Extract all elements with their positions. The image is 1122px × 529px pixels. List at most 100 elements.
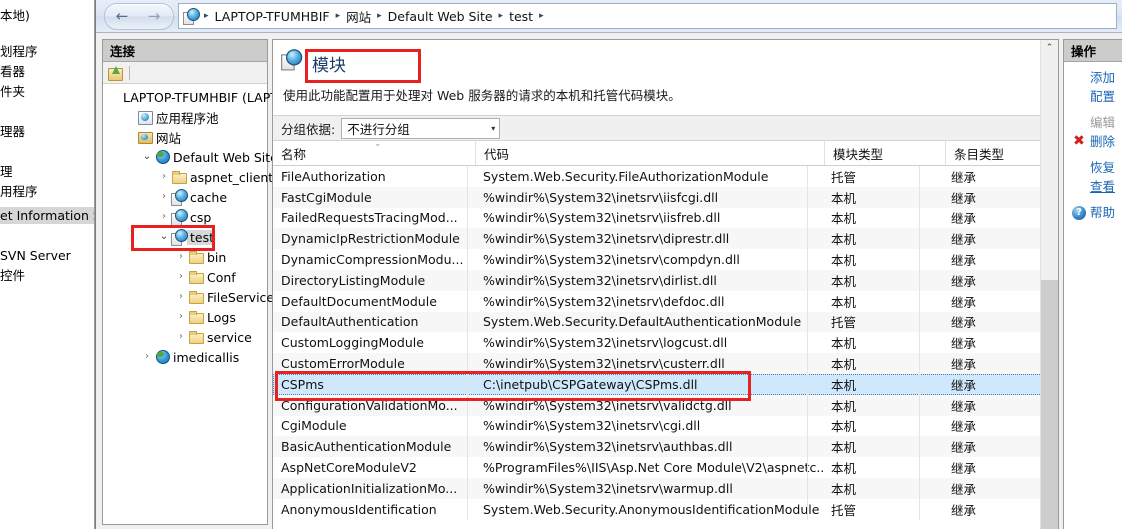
scrollbar-thumb[interactable] [1041,280,1058,529]
table-row[interactable]: AspNetCoreModuleV2 %ProgramFiles%\IIS\Asp… [273,457,1058,478]
forward-arrow-icon[interactable]: → [139,6,169,26]
action-item-label: 添加 [1090,70,1116,85]
table-row[interactable]: FileAuthorization System.Web.Security.Fil… [273,166,1058,187]
column-header-entry-type[interactable]: 条目类型 [946,141,1047,165]
background-list-item[interactable]: 划程序 [0,44,38,59]
table-cell-code: System.Web.Security.FileAuthorizationMod… [483,168,769,184]
table-row[interactable]: DefaultAuthentication System.Web.Security… [273,311,1058,333]
column-header-module-type-label: 模块类型 [833,146,884,162]
chevron-right-icon[interactable]: › [174,330,188,344]
scroll-up-arrow-icon[interactable]: ⌃ [1041,40,1058,57]
new-connection-icon[interactable] [107,65,123,81]
action-item-恢复[interactable]: 恢复 [1064,157,1122,176]
table-row[interactable]: CustomErrorModule %windir%\System32\inets… [273,353,1058,374]
background-list-item[interactable]: 看器 [0,64,25,79]
action-item-配置[interactable]: 配置 [1064,86,1122,105]
chevron-right-icon[interactable]: › [157,210,171,224]
chevron-down-icon[interactable]: ⌄ [140,150,154,164]
action-item-label: 删除 [1090,134,1116,149]
tree-item-label: cache [190,189,228,205]
background-list-item[interactable]: 本地) [0,8,30,23]
background-list-item[interactable]: 用程序 [0,184,38,199]
chevron-right-icon[interactable]: › [174,310,188,324]
tree-item-fileservice[interactable]: › FileService [106,287,274,307]
page-title-row: 模块 [281,48,1058,83]
tree-item-laptop-tfumhbif-lapto[interactable]: LAPTOP-TFUMHBIF (LAPTO [106,87,288,107]
column-header-code[interactable]: 代码 [476,141,825,165]
folder-icon [188,289,204,305]
tree-item-default-web-site[interactable]: ⌄ Default Web Site [106,147,278,167]
page-description: 使用此功能配置用于处理对 Web 服务器的请求的本机和托管代码模块。 [283,88,681,103]
table-cell-code: %windir%\System32\inetsrv\cgi.dll [483,418,701,434]
tree-item-label: LAPTOP-TFUMHBIF (LAPTO [123,89,288,105]
chevron-down-icon[interactable]: ⌄ [157,230,171,244]
back-arrow-icon[interactable]: ← [107,6,137,26]
table-cell-etype: 继承 [951,190,977,206]
tree-item-aspnet-client[interactable]: › aspnet_client [106,167,273,187]
breadcrumb-item-default-web-site[interactable]: Default Web Site [385,9,496,24]
background-list-item[interactable]: 控件 [0,268,25,283]
table-row[interactable]: FastCgiModule %windir%\System32\inetsrv\i… [273,186,1058,208]
chevron-right-icon: ▸ [539,11,544,21]
help-icon: ? [1070,203,1088,220]
background-list-item[interactable]: SVN Server [0,248,71,263]
table-cell-etype: 继承 [951,502,977,518]
tree-item-[interactable]: 应用程序池 [106,107,267,127]
table-row[interactable]: CSPms C:\inetpub\CSPGateway\CSPms.dll 本机 继承 [273,373,1058,395]
table-cell-etype: 继承 [951,169,977,185]
breadcrumb-item-sites[interactable]: 网站 [343,7,374,26]
table-row[interactable]: CgiModule %windir%\System32\inetsrv\cgi.d… [273,416,1058,437]
tree-item-logs[interactable]: › Logs [106,307,267,327]
background-list-item[interactable]: 理 [0,164,13,179]
table-row[interactable]: CustomLoggingModule %windir%\System32\ine… [273,332,1058,353]
chevron-right-icon[interactable]: › [174,290,188,304]
tree-item-label: Default Web Site [173,149,278,165]
tree-item-conf[interactable]: › Conf [106,267,267,287]
chevron-right-icon[interactable]: › [157,170,171,184]
table-cell-code: %windir%\System32\inetsrv\authbas.dll [483,439,733,455]
table-row[interactable]: ApplicationInitializationMo... %windir%\S… [273,477,1058,499]
table-cell-code: %windir%\System32\inetsrv\iisfreb.dll [483,210,721,226]
action-item-查看[interactable]: 查看 [1064,176,1122,195]
chevron-right-icon[interactable]: › [174,270,188,284]
breadcrumb-item-server[interactable]: LAPTOP-TFUMHBIF [212,9,333,24]
table-row[interactable]: DefaultDocumentModule %windir%\System32\i… [273,291,1058,312]
background-list-item[interactable]: 件夹 [0,84,25,99]
tree-item-service[interactable]: › service [106,327,267,347]
action-item-添加[interactable]: 添加 [1064,67,1122,86]
tree-item-imedicallis[interactable]: › imedicallis [106,347,267,367]
table-cell-name: CgiModule [281,418,347,434]
table-cell-mtype: 托管 [831,315,857,331]
background-list-item[interactable]: 理器 [0,124,25,139]
tree-item-bin[interactable]: › bin [106,247,267,267]
group-by-select[interactable]: 不进行分组 ▾ [341,117,501,139]
breadcrumb[interactable]: ▸ LAPTOP-TFUMHBIF ▸ 网站 ▸ Default Web Sit… [178,3,1117,29]
column-header-name[interactable]: ⌄ 名称 [273,139,476,165]
table-row[interactable]: ConfigurationValidationMo... %windir%\Sys… [273,394,1058,416]
table-scrollbar[interactable]: ⌃ [1040,40,1058,529]
tree-item-test[interactable]: ⌄ test [106,227,267,247]
table-row[interactable]: FailedRequestsTracingMod... %windir%\Syst… [273,208,1058,229]
column-header-module-type[interactable]: 模块类型 [825,141,946,165]
tree-item-csp[interactable]: › csp [106,207,267,227]
table-row[interactable]: BasicAuthenticationModule %windir%\System… [273,436,1058,458]
chevron-right-icon[interactable]: › [140,350,154,364]
table-cell-name: CustomErrorModule [281,356,405,372]
tree-item-cache[interactable]: › cache [106,187,267,207]
action-item-帮助[interactable]: ? 帮助 [1064,202,1122,221]
table-row[interactable]: AnonymousIdentification System.Web.Securi… [273,499,1058,520]
tree-item-label: aspnet_client [190,169,274,185]
tree-item-[interactable]: 网站 [106,127,267,147]
table-cell-name: DynamicIpRestrictionModule [281,231,460,247]
table-cell-code: %windir%\System32\inetsrv\custerr.dll [483,356,725,372]
table-row[interactable]: DynamicCompressionModu... %windir%\System… [273,249,1058,270]
table-cell-code: %ProgramFiles%\IIS\Asp.Net Core Module\V… [483,460,823,476]
table-row[interactable]: DirectoryListingModule %windir%\System32\… [273,269,1058,291]
background-list-item[interactable]: et Information S [0,207,94,224]
table-row[interactable]: DynamicIpRestrictionModule %windir%\Syste… [273,228,1058,250]
chevron-right-icon[interactable]: › [157,190,171,204]
action-item-删除[interactable]: ✖ 删除 [1064,131,1122,150]
breadcrumb-item-test[interactable]: test [506,9,536,24]
chevron-right-icon[interactable]: › [174,250,188,264]
